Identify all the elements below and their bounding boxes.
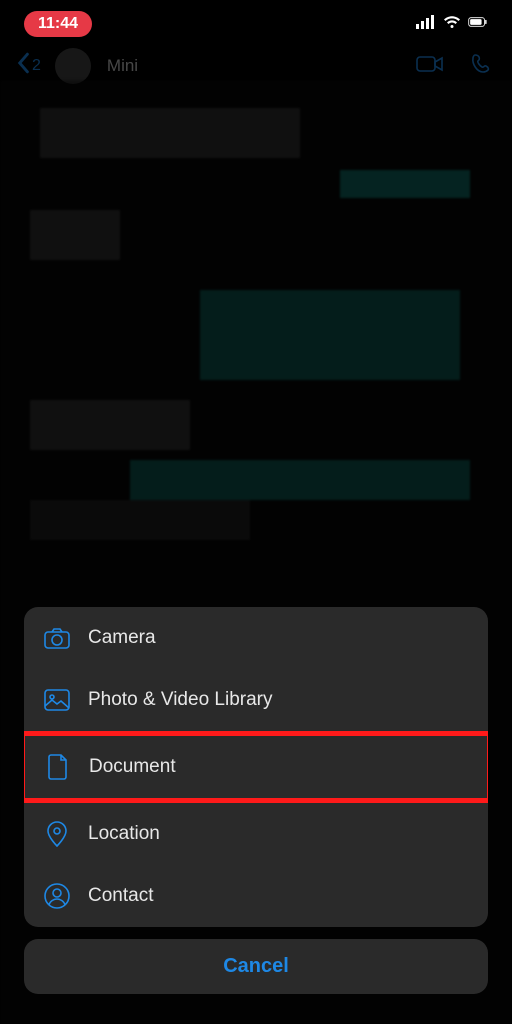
sheet-item-label: Contact [88, 885, 153, 907]
document-icon [45, 754, 71, 780]
attachment-action-sheet: Camera Photo & Video Library Document Lo… [24, 607, 488, 994]
sheet-item-contact[interactable]: Contact [24, 865, 488, 927]
sheet-item-location[interactable]: Location [24, 803, 488, 865]
video-call-icon[interactable] [416, 52, 444, 81]
battery-icon [468, 12, 488, 37]
cellular-icon [416, 12, 436, 37]
status-bar: 11:44 [0, 0, 512, 44]
time-pill: 11:44 [24, 11, 92, 37]
sheet-item-label: Document [89, 756, 176, 778]
back-count: 2 [32, 57, 41, 75]
highlight-box: Document [24, 731, 488, 803]
wifi-icon [442, 12, 462, 37]
sheet-item-label: Photo & Video Library [88, 689, 273, 711]
gallery-icon [44, 687, 70, 713]
sheet-item-label: Camera [88, 627, 156, 649]
contact-name[interactable]: Mini [107, 56, 138, 76]
voice-call-icon[interactable] [468, 52, 496, 81]
chevron-left-icon [16, 52, 30, 81]
location-icon [44, 821, 70, 847]
back-button[interactable]: 2 [16, 52, 41, 81]
contact-icon [44, 883, 70, 909]
camera-icon [44, 625, 70, 651]
sheet-menu: Camera Photo & Video Library Document Lo… [24, 607, 488, 927]
sheet-item-gallery[interactable]: Photo & Video Library [24, 669, 488, 731]
status-icons [416, 12, 488, 37]
sheet-item-label: Location [88, 823, 160, 845]
cancel-button[interactable]: Cancel [24, 939, 488, 994]
avatar[interactable] [55, 48, 91, 84]
sheet-item-document[interactable]: Document [25, 736, 487, 798]
sheet-item-camera[interactable]: Camera [24, 607, 488, 669]
